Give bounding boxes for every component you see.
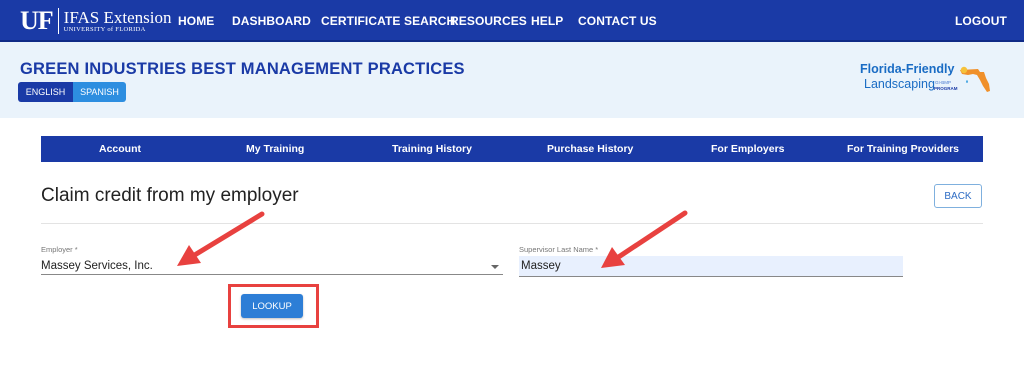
florida-friendly-landscaping-logo[interactable]: Florida-Friendly Landscaping GI-BMP PROG… bbox=[858, 62, 998, 96]
divider bbox=[41, 223, 983, 224]
tab-for-training-providers[interactable]: For Training Providers bbox=[847, 143, 959, 155]
florida-map-icon bbox=[960, 66, 990, 92]
logo-title: IFAS Extension bbox=[63, 7, 172, 27]
language-english-button[interactable]: ENGLISH bbox=[18, 82, 73, 102]
nav-dashboard[interactable]: DASHBOARD bbox=[232, 14, 311, 28]
top-navigation-bar: UF IFAS Extension UNIVERSITY of FLORIDA … bbox=[0, 0, 1024, 42]
logo-subtitle: UNIVERSITY of FLORIDA bbox=[63, 25, 146, 33]
page-title: Claim credit from my employer bbox=[41, 185, 299, 206]
employer-value: Massey Services, Inc. bbox=[41, 260, 153, 272]
back-button[interactable]: BACK bbox=[934, 184, 982, 208]
supervisor-last-name-input[interactable] bbox=[519, 256, 903, 276]
nav-contact-us[interactable]: CONTACT US bbox=[578, 14, 657, 28]
tab-training-history[interactable]: Training History bbox=[392, 143, 472, 155]
uf-logo-mark: UF bbox=[20, 8, 59, 34]
language-spanish-button[interactable]: SPANISH bbox=[73, 82, 126, 102]
employer-select[interactable]: Massey Services, Inc. bbox=[41, 255, 503, 275]
nav-certificate-search[interactable]: CERTIFICATE SEARCH bbox=[321, 14, 455, 28]
tab-purchase-history[interactable]: Purchase History bbox=[547, 143, 633, 155]
ffl-logo-line1: Florida-Friendly bbox=[860, 62, 955, 76]
site-title: GREEN INDUSTRIES BEST MANAGEMENT PRACTIC… bbox=[20, 60, 465, 78]
ffl-logo-program: PROGRAM bbox=[934, 86, 958, 91]
tab-account[interactable]: Account bbox=[99, 143, 141, 155]
nav-help[interactable]: HELP bbox=[531, 14, 563, 28]
uf-ifas-logo[interactable]: UF IFAS Extension UNIVERSITY of FLORIDA bbox=[20, 6, 172, 36]
supervisor-last-name-field bbox=[519, 256, 903, 277]
dropdown-caret-icon bbox=[491, 265, 499, 269]
logout-link[interactable]: LOGOUT bbox=[955, 14, 1007, 28]
account-tab-bar: Account My Training Training History Pur… bbox=[41, 136, 983, 162]
nav-resources[interactable]: RESOURCES bbox=[450, 14, 527, 28]
tab-for-employers[interactable]: For Employers bbox=[711, 143, 785, 155]
ffl-logo-line2: Landscaping bbox=[864, 77, 935, 91]
supervisor-label: Supervisor Last Name * bbox=[519, 245, 599, 254]
employer-label: Employer * bbox=[41, 245, 78, 254]
ffl-logo-tag: GI-BMP bbox=[935, 80, 952, 85]
nav-home[interactable]: HOME bbox=[178, 14, 214, 28]
lookup-button[interactable]: LOOKUP bbox=[241, 294, 303, 318]
tab-my-training[interactable]: My Training bbox=[246, 143, 304, 155]
